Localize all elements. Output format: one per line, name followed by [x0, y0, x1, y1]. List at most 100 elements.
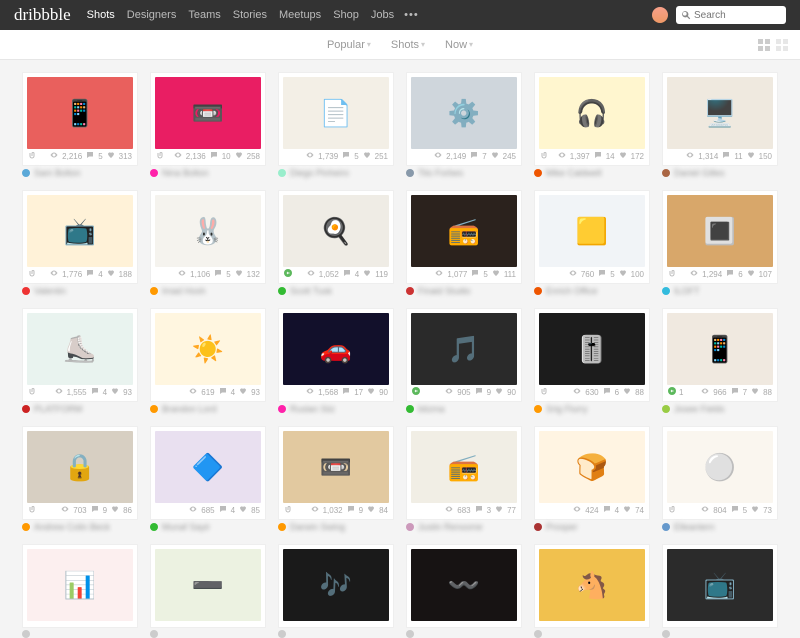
shot-thumbnail[interactable]: 📻1,0775111 — [406, 190, 522, 284]
shot-attribution[interactable]: Enrich Office — [534, 286, 650, 296]
shot-thumbnail[interactable]: ➖ — [150, 544, 266, 628]
author-avatar — [662, 630, 670, 638]
shot-thumbnail[interactable]: 📼1,032984 — [278, 426, 394, 520]
shot-thumbnail[interactable]: 🐰1,1065132 — [150, 190, 266, 284]
shot-attribution[interactable]: Scott Tusk — [278, 286, 394, 296]
shot-thumbnail[interactable]: 🍳1,0524119 — [278, 190, 394, 284]
shot-attribution[interactable]: Josee Fields — [662, 404, 778, 414]
views-icon — [686, 151, 694, 161]
shot-thumbnail[interactable]: 🖥️1,31411150 — [662, 72, 778, 166]
shot-attribution[interactable]: ILOFT — [662, 286, 778, 296]
shot-thumbnail[interactable]: 🍞424474 — [534, 426, 650, 520]
shot-stats — [667, 621, 773, 623]
shot-thumbnail[interactable]: ⚪804573 — [662, 426, 778, 520]
brand-logo[interactable]: dribbble — [14, 5, 71, 25]
shot-thumbnail[interactable]: 🟨7605100 — [534, 190, 650, 284]
views-count: 1,052 — [319, 270, 339, 279]
shot-thumbnail[interactable]: ⚙️2,1497245 — [406, 72, 522, 166]
shot-attribution[interactable]: Munaf Sayir — [150, 522, 266, 532]
shot-thumbnail[interactable]: 🐴 — [534, 544, 650, 628]
shot-attribution[interactable]: Ruslan Siiz — [278, 404, 394, 414]
shot-attribution[interactable]: Finaid Studio — [406, 286, 522, 296]
author-avatar — [662, 287, 670, 295]
shot-attribution[interactable] — [662, 630, 778, 638]
shot-thumbnail[interactable]: 🎵905990 — [406, 308, 522, 402]
shot-thumbnail[interactable]: 📺1,7764188 — [22, 190, 138, 284]
shot-attribution[interactable]: bitzma — [406, 404, 522, 414]
author-avatar — [534, 169, 542, 177]
shot-attribution[interactable]: Prosper — [534, 522, 650, 532]
shot-thumbnail[interactable]: 🔳1,2946107 — [662, 190, 778, 284]
shot-attribution[interactable]: PLATFORM — [22, 404, 138, 414]
shot-thumbnail[interactable]: 📺 — [662, 544, 778, 628]
shot-attribution[interactable]: Elleantern — [662, 522, 778, 532]
shot-attribution[interactable]: Nina Bolton — [150, 168, 266, 178]
shot-attribution[interactable]: Srig Flurry — [534, 404, 650, 414]
author-name: Scott Tusk — [290, 286, 332, 296]
nav-link-designers[interactable]: Designers — [127, 9, 177, 21]
likes-icon — [623, 505, 631, 515]
nav-link-stories[interactable]: Stories — [233, 9, 267, 21]
filter-shots[interactable]: Shots▾ — [391, 39, 425, 51]
nav-link-shots[interactable]: Shots — [87, 9, 115, 21]
shot-stats: 905990 — [411, 385, 517, 397]
shot-attribution[interactable]: Imad Hosh — [150, 286, 266, 296]
shot-thumbnail[interactable]: 〰️ — [406, 544, 522, 628]
shot-attribution[interactable]: Diego Pinheiro — [278, 168, 394, 178]
shot-thumbnail[interactable]: ☀️619493 — [150, 308, 266, 402]
author-avatar — [278, 630, 286, 638]
nav-link-teams[interactable]: Teams — [188, 9, 220, 21]
shot-attribution[interactable] — [406, 630, 522, 638]
shot-thumbnail[interactable]: 📱2,2165313 — [22, 72, 138, 166]
likes-count: 111 — [504, 270, 516, 279]
shot-attribution[interactable] — [534, 630, 650, 638]
nav-link-shop[interactable]: Shop — [333, 9, 359, 21]
more-icon[interactable]: ••• — [404, 9, 419, 21]
shot-attribution[interactable]: Daniel Gilles — [662, 168, 778, 178]
shot-attribution[interactable]: Darwin Swing — [278, 522, 394, 532]
shot-thumbnail[interactable]: 📼2,13610258 — [150, 72, 266, 166]
grid-large-icon[interactable] — [758, 39, 770, 51]
comments-count: 11 — [734, 152, 742, 161]
shot-attribution[interactable]: Valentin — [22, 286, 138, 296]
shot-thumbnail[interactable]: 🔒703986 — [22, 426, 138, 520]
shot-thumbnail[interactable]: 📊 — [22, 544, 138, 628]
grid-small-icon[interactable] — [776, 39, 788, 51]
shot-attribution[interactable]: Sam Bolton — [22, 168, 138, 178]
shot-thumbnail[interactable]: 🔷685485 — [150, 426, 266, 520]
user-avatar[interactable] — [652, 7, 668, 23]
views-icon — [55, 387, 63, 397]
shot-thumbnail[interactable]: 🚗1,5681790 — [278, 308, 394, 402]
author-name: Prosper — [546, 522, 578, 532]
shot-attribution[interactable]: Brandon Lord — [150, 404, 266, 414]
views-count: 1,314 — [698, 152, 718, 161]
shot-thumbnail[interactable]: 🎚️630688 — [534, 308, 650, 402]
likes-count: 88 — [635, 388, 644, 397]
shot-attribution[interactable]: Justin Rensome — [406, 522, 522, 532]
shot-attribution[interactable]: Andrew Colin Beck — [22, 522, 138, 532]
shot-attribution[interactable]: Mike Caldwell — [534, 168, 650, 178]
search-box[interactable] — [676, 6, 786, 24]
shot-attribution[interactable] — [22, 630, 138, 638]
filter-popular[interactable]: Popular▾ — [327, 39, 371, 51]
shot-card: 〰️ — [406, 544, 522, 638]
views-count: 1,739 — [318, 152, 338, 161]
shot-attribution[interactable] — [278, 630, 394, 638]
comments-icon — [475, 505, 483, 515]
filter-now[interactable]: Now▾ — [445, 39, 473, 51]
nav-link-meetups[interactable]: Meetups — [279, 9, 321, 21]
search-input[interactable] — [694, 10, 774, 21]
shot-thumbnail[interactable]: 🎧1,39714172 — [534, 72, 650, 166]
views-count: 760 — [581, 270, 594, 279]
shot-thumbnail[interactable]: 📻683377 — [406, 426, 522, 520]
shot-thumbnail[interactable]: 🎶 — [278, 544, 394, 628]
nav-link-jobs[interactable]: Jobs — [371, 9, 394, 21]
author-name: Enrich Office — [546, 286, 597, 296]
shot-thumbnail[interactable]: 📄1,7395251 — [278, 72, 394, 166]
shot-thumbnail[interactable]: 📱1966788 — [662, 308, 778, 402]
primary-nav: Shots Designers Teams Stories Meetups Shop Job… — [87, 9, 394, 21]
shot-attribution[interactable] — [150, 630, 266, 638]
shot-attribution[interactable]: Tito Forbes — [406, 168, 522, 178]
likes-icon — [619, 151, 627, 161]
shot-thumbnail[interactable]: ⛸️1,555493 — [22, 308, 138, 402]
